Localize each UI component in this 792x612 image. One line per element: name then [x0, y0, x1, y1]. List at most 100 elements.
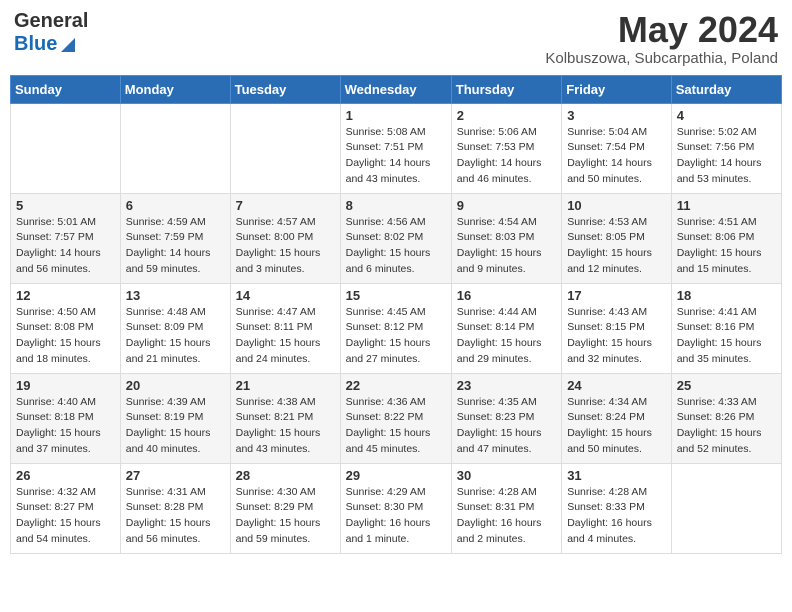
calendar-cell: 14Sunrise: 4:47 AMSunset: 8:11 PMDayligh… — [230, 283, 340, 373]
calendar-cell: 24 Sunrise: 4:34 AMSunset: 8:24 PMDayligh… — [562, 373, 672, 463]
calendar-cell: 20 Sunrise: 4:39 AMSunset: 8:19 PMDayligh… — [120, 373, 230, 463]
day-info: Sunrise: 4:51 AMSunset: 8:06 PMDaylight:… — [677, 215, 776, 278]
day-number: 11 — [677, 198, 776, 213]
day-info: Sunrise: 4:48 AMSunset: 8:09 PMDaylight:… — [126, 305, 225, 368]
day-number: 27 — [126, 468, 225, 483]
day-info: Sunrise: 4:38 AMSunset: 8:21 PMDaylight:… — [236, 395, 335, 458]
day-info: Sunrise: 4:35 AMSunset: 8:23 PMDaylight:… — [457, 395, 556, 458]
calendar-cell: 2 Sunrise: 5:06 AMSunset: 7:53 PMDaylight… — [451, 103, 561, 193]
day-info: Sunrise: 4:29 AMSunset: 8:30 PMDaylight:… — [346, 485, 446, 548]
day-info: Sunrise: 5:04 AMSunset: 7:54 PMDaylight:… — [567, 125, 666, 188]
calendar-week-4: 19Sunrise: 4:40 AMSunset: 8:18 PMDayligh… — [11, 373, 782, 463]
calendar-cell: 28Sunrise: 4:30 AMSunset: 8:29 PMDayligh… — [230, 463, 340, 553]
day-number: 16 — [457, 288, 556, 303]
day-info: Sunrise: 5:06 AMSunset: 7:53 PMDaylight:… — [457, 125, 556, 188]
day-number: 3 — [567, 108, 666, 123]
day-number: 12 — [16, 288, 115, 303]
day-info: Sunrise: 4:33 AMSunset: 8:26 PMDaylight:… — [677, 395, 776, 458]
weekday-header-sunday: Sunday — [11, 75, 121, 103]
calendar-cell: 30 Sunrise: 4:28 AMSunset: 8:31 PMDayligh… — [451, 463, 561, 553]
calendar-week-5: 26 Sunrise: 4:32 AMSunset: 8:27 PMDayligh… — [11, 463, 782, 553]
calendar-cell: 23 Sunrise: 4:35 AMSunset: 8:23 PMDayligh… — [451, 373, 561, 463]
day-number: 15 — [346, 288, 446, 303]
day-number: 23 — [457, 378, 556, 393]
day-info: Sunrise: 4:44 AMSunset: 8:14 PMDaylight:… — [457, 305, 556, 368]
day-number: 5 — [16, 198, 115, 213]
calendar-cell: 8Sunrise: 4:56 AMSunset: 8:02 PMDaylight… — [340, 193, 451, 283]
calendar-cell: 19Sunrise: 4:40 AMSunset: 8:18 PMDayligh… — [11, 373, 121, 463]
day-info: Sunrise: 4:39 AMSunset: 8:19 PMDaylight:… — [126, 395, 225, 458]
day-info: Sunrise: 5:01 AMSunset: 7:57 PMDaylight:… — [16, 215, 115, 278]
weekday-header-row: SundayMondayTuesdayWednesdayThursdayFrid… — [11, 75, 782, 103]
day-info: Sunrise: 4:28 AMSunset: 8:31 PMDaylight:… — [457, 485, 556, 548]
day-number: 14 — [236, 288, 335, 303]
logo-triangle-icon — [59, 38, 75, 52]
calendar-cell: 13 Sunrise: 4:48 AMSunset: 8:09 PMDayligh… — [120, 283, 230, 373]
day-info: Sunrise: 4:54 AMSunset: 8:03 PMDaylight:… — [457, 215, 556, 278]
day-number: 28 — [236, 468, 335, 483]
day-info: Sunrise: 4:59 AMSunset: 7:59 PMDaylight:… — [126, 215, 225, 278]
weekday-header-thursday: Thursday — [451, 75, 561, 103]
calendar-cell: 6Sunrise: 4:59 AMSunset: 7:59 PMDaylight… — [120, 193, 230, 283]
day-info: Sunrise: 4:28 AMSunset: 8:33 PMDaylight:… — [567, 485, 666, 548]
calendar-cell: 1 Sunrise: 5:08 AMSunset: 7:51 PMDaylight… — [340, 103, 451, 193]
day-number: 2 — [457, 108, 556, 123]
day-info: Sunrise: 4:53 AMSunset: 8:05 PMDaylight:… — [567, 215, 666, 278]
calendar-cell: 16 Sunrise: 4:44 AMSunset: 8:14 PMDayligh… — [451, 283, 561, 373]
day-info: Sunrise: 4:57 AMSunset: 8:00 PMDaylight:… — [236, 215, 335, 278]
calendar-cell: 21 Sunrise: 4:38 AMSunset: 8:21 PMDayligh… — [230, 373, 340, 463]
calendar-cell: 31Sunrise: 4:28 AMSunset: 8:33 PMDayligh… — [562, 463, 672, 553]
calendar-cell: 7 Sunrise: 4:57 AMSunset: 8:00 PMDaylight… — [230, 193, 340, 283]
calendar-cell: 15Sunrise: 4:45 AMSunset: 8:12 PMDayligh… — [340, 283, 451, 373]
day-info: Sunrise: 4:43 AMSunset: 8:15 PMDaylight:… — [567, 305, 666, 368]
day-number: 26 — [16, 468, 115, 483]
calendar-cell: 22 Sunrise: 4:36 AMSunset: 8:22 PMDayligh… — [340, 373, 451, 463]
day-number: 13 — [126, 288, 225, 303]
calendar-table: SundayMondayTuesdayWednesdayThursdayFrid… — [10, 75, 782, 554]
day-number: 22 — [346, 378, 446, 393]
calendar-cell: 25Sunrise: 4:33 AMSunset: 8:26 PMDayligh… — [671, 373, 781, 463]
calendar-cell — [11, 103, 121, 193]
day-number: 30 — [457, 468, 556, 483]
day-number: 24 — [567, 378, 666, 393]
calendar-cell: 10 Sunrise: 4:53 AMSunset: 8:05 PMDayligh… — [562, 193, 672, 283]
weekday-header-wednesday: Wednesday — [340, 75, 451, 103]
calendar-cell — [120, 103, 230, 193]
weekday-header-friday: Friday — [562, 75, 672, 103]
day-info: Sunrise: 4:41 AMSunset: 8:16 PMDaylight:… — [677, 305, 776, 368]
day-number: 18 — [677, 288, 776, 303]
weekday-header-saturday: Saturday — [671, 75, 781, 103]
day-number: 8 — [346, 198, 446, 213]
day-info: Sunrise: 5:08 AMSunset: 7:51 PMDaylight:… — [346, 125, 446, 188]
calendar-cell — [230, 103, 340, 193]
weekday-header-tuesday: Tuesday — [230, 75, 340, 103]
day-number: 9 — [457, 198, 556, 213]
day-info: Sunrise: 4:50 AMSunset: 8:08 PMDaylight:… — [16, 305, 115, 368]
calendar-cell — [671, 463, 781, 553]
day-number: 1 — [346, 108, 446, 123]
calendar-cell: 11 Sunrise: 4:51 AMSunset: 8:06 PMDayligh… — [671, 193, 781, 283]
calendar-week-1: 1 Sunrise: 5:08 AMSunset: 7:51 PMDaylight… — [11, 103, 782, 193]
day-info: Sunrise: 4:31 AMSunset: 8:28 PMDaylight:… — [126, 485, 225, 548]
calendar-cell: 5 Sunrise: 5:01 AMSunset: 7:57 PMDaylight… — [11, 193, 121, 283]
title-area: May 2024 Kolbuszowa, Subcarpathia, Polan… — [545, 10, 778, 67]
calendar-cell: 4Sunrise: 5:02 AMSunset: 7:56 PMDaylight… — [671, 103, 781, 193]
day-info: Sunrise: 4:32 AMSunset: 8:27 PMDaylight:… — [16, 485, 115, 548]
day-number: 10 — [567, 198, 666, 213]
day-number: 4 — [677, 108, 776, 123]
logo-blue: Blue — [14, 33, 88, 56]
calendar-cell: 3 Sunrise: 5:04 AMSunset: 7:54 PMDaylight… — [562, 103, 672, 193]
day-info: Sunrise: 4:40 AMSunset: 8:18 PMDaylight:… — [16, 395, 115, 458]
calendar-cell: 12 Sunrise: 4:50 AMSunset: 8:08 PMDayligh… — [11, 283, 121, 373]
location: Kolbuszowa, Subcarpathia, Poland — [545, 50, 778, 67]
calendar-cell: 9 Sunrise: 4:54 AMSunset: 8:03 PMDaylight… — [451, 193, 561, 283]
calendar-cell: 26 Sunrise: 4:32 AMSunset: 8:27 PMDayligh… — [11, 463, 121, 553]
calendar-week-3: 12 Sunrise: 4:50 AMSunset: 8:08 PMDayligh… — [11, 283, 782, 373]
day-number: 17 — [567, 288, 666, 303]
page-header: General Blue May 2024 Kolbuszowa, Subcar… — [10, 10, 782, 67]
day-number: 21 — [236, 378, 335, 393]
day-number: 20 — [126, 378, 225, 393]
day-number: 7 — [236, 198, 335, 213]
day-info: Sunrise: 4:36 AMSunset: 8:22 PMDaylight:… — [346, 395, 446, 458]
day-info: Sunrise: 4:34 AMSunset: 8:24 PMDaylight:… — [567, 395, 666, 458]
